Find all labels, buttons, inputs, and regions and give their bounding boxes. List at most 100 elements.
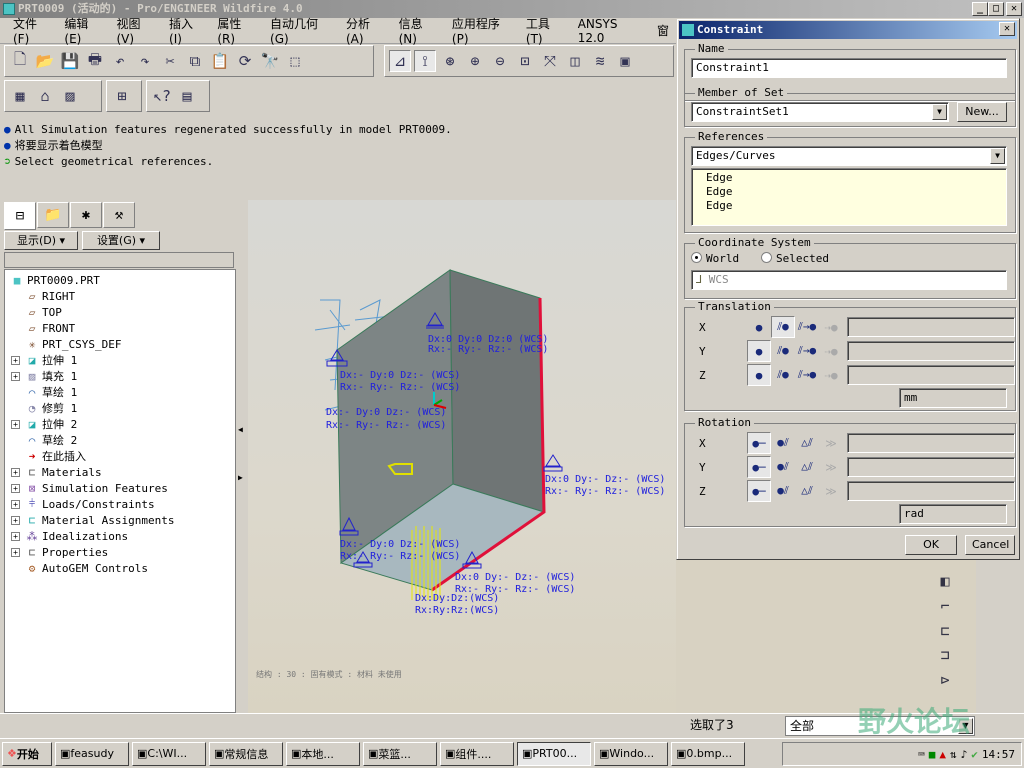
function-dof-icon[interactable]: ≫	[819, 432, 843, 454]
tree-item[interactable]: ⌒ 草绘 1	[5, 384, 235, 400]
tree-item[interactable]: + ⫩ Loads/Constraints	[5, 496, 235, 512]
fixed-dof-icon[interactable]: ●⫽	[771, 456, 795, 478]
tree-item[interactable]: ▱ TOP	[5, 304, 235, 320]
menu-info[interactable]: 信息(N)	[392, 15, 445, 46]
reference-list[interactable]: Edge Edge Edge	[691, 168, 1007, 226]
name-input[interactable]: Constraint1	[691, 58, 1007, 78]
shading-icon[interactable]: ▨	[59, 85, 81, 107]
free-dof-icon[interactable]: ●	[747, 364, 771, 386]
select-box-icon[interactable]: ⬚	[284, 50, 306, 72]
tree-item[interactable]: ■ PRT0009.PRT	[5, 272, 235, 288]
hidden-line-icon[interactable]: ⌂	[34, 85, 56, 107]
axis-display-icon[interactable]: ⟟	[414, 50, 436, 72]
show-button[interactable]: 显示(D) ▾	[4, 231, 78, 250]
tab-favorites[interactable]: ✱	[70, 202, 102, 228]
reference-item[interactable]: Edge	[706, 185, 1006, 199]
datum-display-icon[interactable]: ⊿	[389, 50, 411, 72]
cancel-button[interactable]: Cancel	[965, 535, 1015, 555]
taskbar-button[interactable]: ▣ C:\WI...	[132, 741, 206, 766]
find-icon[interactable]: 🔭	[259, 50, 281, 72]
tree-item[interactable]: ✳ PRT_CSYS_DEF	[5, 336, 235, 352]
fixed-dof-icon[interactable]: ⫽●	[771, 364, 795, 386]
expand-icon[interactable]: +	[11, 355, 20, 365]
saved-views-icon[interactable]: ◫	[564, 50, 586, 72]
panel-splitter[interactable]: ◀ ▶	[236, 200, 248, 715]
menu-ansys[interactable]: ANSYS 12.0	[571, 17, 650, 45]
tree-item[interactable]: ◔ 修剪 1	[5, 400, 235, 416]
expand-icon[interactable]: +	[11, 515, 20, 525]
free-dof-icon[interactable]: ●	[747, 340, 771, 362]
tree-item[interactable]: + ⊠ Simulation Features	[5, 480, 235, 496]
spring-icon[interactable]: ⊐	[934, 646, 956, 665]
open-icon[interactable]: 📂	[34, 50, 56, 72]
function-dof-icon[interactable]: ⇢●	[819, 316, 843, 338]
context-help-icon[interactable]: ↖?	[151, 85, 173, 107]
radio-selected[interactable]: Selected	[761, 252, 829, 265]
menu-edit[interactable]: 编辑(E)	[57, 15, 109, 46]
model-display-icon[interactable]: ▣	[614, 50, 636, 72]
expand-icon[interactable]: +	[11, 371, 20, 381]
taskbar-button[interactable]: ▣ 菜篮...	[363, 741, 437, 766]
csys-field[interactable]: ⅃ WCS	[691, 270, 1007, 290]
expand-icon[interactable]: +	[11, 467, 20, 477]
maximize-button[interactable]: □	[988, 2, 1004, 16]
tree-item[interactable]: + ⁂ Idealizations	[5, 528, 235, 544]
free-dof-icon[interactable]: ●─	[747, 456, 771, 478]
expand-icon[interactable]: +	[11, 499, 20, 509]
layers-icon[interactable]: ≋	[589, 50, 611, 72]
tree-filter-bar[interactable]	[4, 252, 234, 268]
free-dof-icon[interactable]: ●─	[747, 480, 771, 502]
function-dof-icon[interactable]: ⇢●	[819, 364, 843, 386]
expand-arrow-icon[interactable]: ▶	[238, 473, 243, 482]
tree-item[interactable]: + ◪ 拉伸 1	[5, 352, 235, 368]
fixed-dof-icon[interactable]: ⫽●	[771, 316, 795, 338]
tree-item[interactable]: + ◪ 拉伸 2	[5, 416, 235, 432]
tree-item[interactable]: ▱ RIGHT	[5, 288, 235, 304]
fixed-dof-icon[interactable]: ●⫽	[771, 432, 795, 454]
taskbar-button[interactable]: ▣ 组件....	[440, 741, 514, 766]
surface-region-icon[interactable]: ⊏	[934, 622, 956, 641]
model-face-side[interactable]	[449, 269, 545, 513]
close-button[interactable]: ✕	[1006, 2, 1022, 16]
tree-item[interactable]: + ⊏ Properties	[5, 544, 235, 560]
tab-model-tree[interactable]: ⊟	[4, 202, 36, 230]
cut-icon[interactable]: ✂	[159, 50, 181, 72]
taskbar-button[interactable]: ▣ PRT00...	[517, 741, 591, 766]
tab-folder-browser[interactable]: 📁	[37, 202, 69, 228]
menu-view[interactable]: 视图(V)	[109, 15, 162, 46]
zoom-out-icon[interactable]: ⊖	[489, 50, 511, 72]
expand-icon[interactable]: +	[11, 547, 20, 557]
copy-icon[interactable]: ⧉	[184, 50, 206, 72]
tab-connections[interactable]: ⚒	[103, 202, 135, 228]
network-icon[interactable]: ⊞	[111, 85, 133, 107]
taskbar-button[interactable]: ▣ 0.bmp...	[671, 741, 745, 766]
tree-item[interactable]: ▱ FRONT	[5, 320, 235, 336]
reference-item[interactable]: Edge	[706, 199, 1006, 213]
collapse-arrow-icon[interactable]: ◀	[238, 425, 243, 434]
menu-file[interactable]: 文件(F)	[6, 15, 57, 46]
chevron-down-icon[interactable]: ▼	[932, 104, 947, 120]
new-icon[interactable]: 🗋	[9, 50, 31, 72]
dialog-close-button[interactable]: ✕	[999, 22, 1015, 36]
ok-button[interactable]: OK	[905, 535, 957, 555]
prescribed-dof-icon[interactable]: ⫽→●	[795, 340, 819, 362]
menu-analysis[interactable]: 分析(A)	[339, 15, 392, 46]
save-icon[interactable]: 💾	[59, 50, 81, 72]
regenerate-icon[interactable]: ⟳	[234, 50, 256, 72]
expand-icon[interactable]: +	[11, 483, 20, 493]
chevron-down-icon[interactable]: ▼	[990, 148, 1005, 164]
menu-applications[interactable]: 应用程序(P)	[445, 15, 519, 46]
print-icon[interactable]: 🖶	[84, 50, 106, 72]
prescribed-dof-icon[interactable]: △⫽	[795, 480, 819, 502]
taskbar-button[interactable]: ▣ Windo...	[594, 741, 668, 766]
mass-icon[interactable]: ⊳	[934, 671, 956, 690]
fixed-dof-icon[interactable]: ●⫽	[771, 480, 795, 502]
prescribed-dof-icon[interactable]: ⫽→●	[795, 316, 819, 338]
paste-icon[interactable]: 📋	[209, 50, 231, 72]
expand-icon[interactable]: +	[11, 419, 20, 429]
free-dof-icon[interactable]: ●─	[747, 432, 771, 454]
fixed-dof-icon[interactable]: ⫽●	[771, 340, 795, 362]
undo-icon[interactable]: ↶	[109, 50, 131, 72]
zoom-in-icon[interactable]: ⊕	[464, 50, 486, 72]
shell-icon[interactable]: ◧	[934, 572, 956, 591]
